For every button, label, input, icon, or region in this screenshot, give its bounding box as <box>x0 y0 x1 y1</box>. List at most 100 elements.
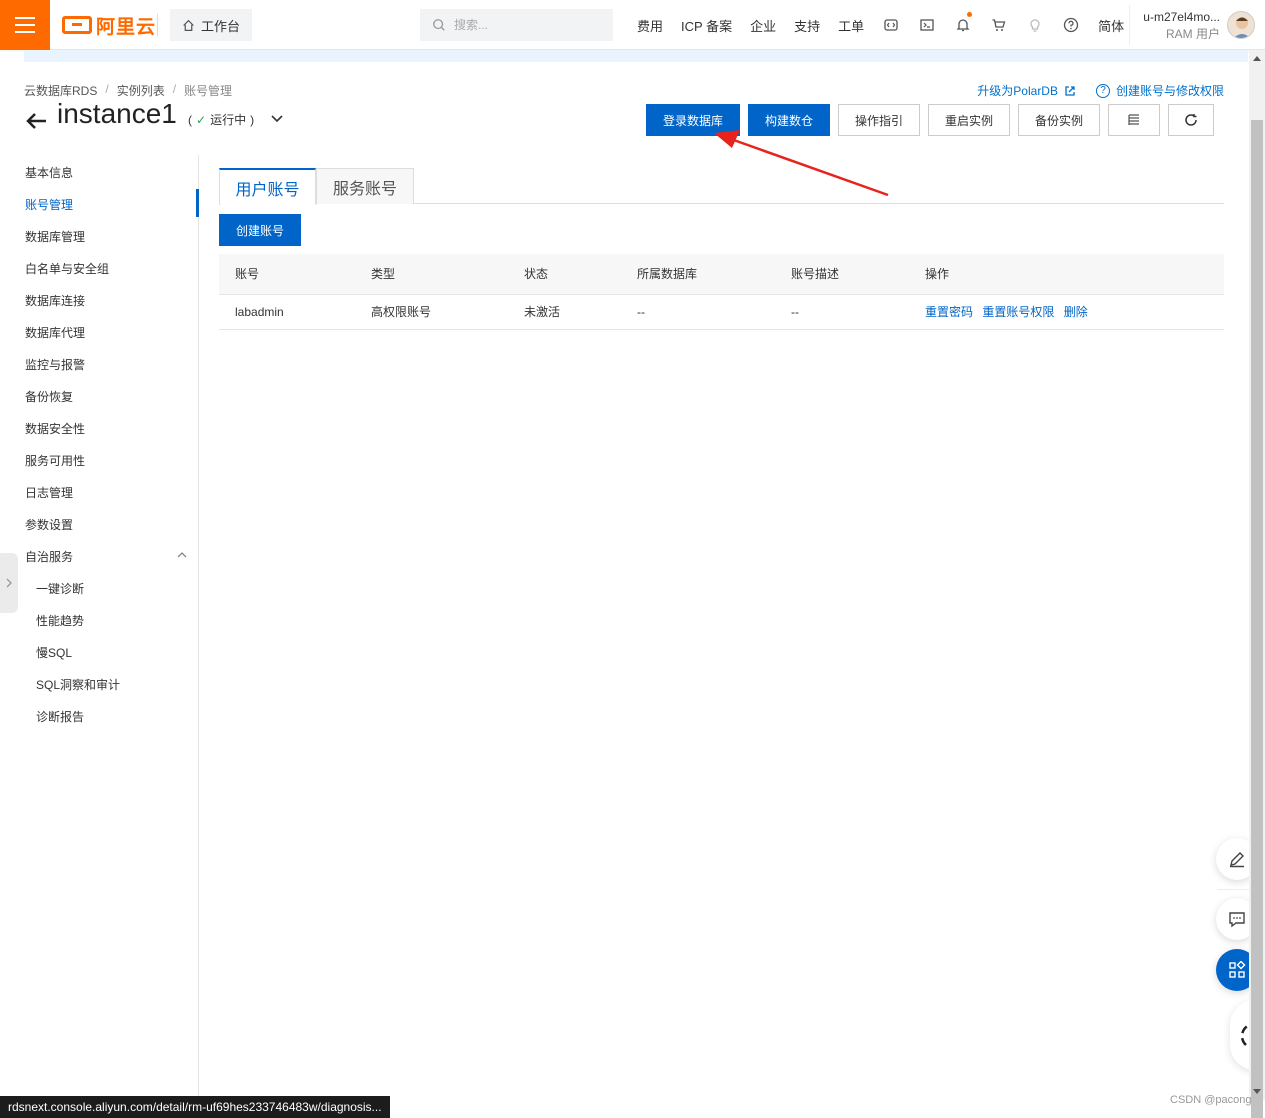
breadcrumb-current: 账号管理 <box>184 84 233 98</box>
search-icon <box>433 19 445 31</box>
table-header-row: 账号 类型 状态 所属数据库 账号描述 操作 <box>219 254 1224 295</box>
cart-icon[interactable] <box>981 0 1017 50</box>
user-role: RAM 用户 <box>1165 27 1220 41</box>
breadcrumb-instances[interactable]: 实例列表 <box>117 82 165 99</box>
bell-icon[interactable] <box>945 0 981 50</box>
sidebar-subitem-sql-audit[interactable]: SQL洞察和审计 <box>36 669 120 701</box>
guide-button[interactable]: 操作指引 <box>838 104 920 136</box>
create-account-button[interactable]: 创建账号 <box>219 214 301 246</box>
breadcrumb-rds[interactable]: 云数据库RDS <box>24 82 97 99</box>
search-input[interactable] <box>454 18 594 32</box>
reset-password-link[interactable]: 重置密码 <box>925 305 973 319</box>
api-icon[interactable] <box>873 0 909 50</box>
notification-dot <box>967 12 973 17</box>
col-account: 账号 <box>219 254 355 295</box>
user-info[interactable]: u-m27el4mo... RAM 用户 <box>1138 9 1220 43</box>
reset-permissions-link[interactable]: 重置账号权限 <box>982 305 1054 319</box>
tab-service-accounts[interactable]: 服务账号 <box>316 168 414 204</box>
home-icon <box>183 19 194 31</box>
top-nav: 费用 ICP 备案 企业 支持 工单 简体 <box>628 0 1133 50</box>
cell-account: labadmin <box>219 294 355 330</box>
nav-support[interactable]: 支持 <box>785 16 829 35</box>
watermark: CSDN @pacong <box>1170 1094 1252 1106</box>
sidebar-item-connection[interactable]: 数据库连接 <box>25 285 85 317</box>
refresh-button[interactable] <box>1168 104 1214 136</box>
header-links: 升级为PolarDB ? 创建账号与修改权限 <box>977 82 1224 99</box>
build-warehouse-button[interactable]: 构建数仓 <box>748 104 830 136</box>
sidebar-expand-handle[interactable] <box>0 553 18 613</box>
menu-icon[interactable] <box>0 0 50 50</box>
page-title: instance1 <box>57 98 177 129</box>
workbench-label: 工作台 <box>200 18 240 34</box>
help-icon[interactable] <box>1053 0 1089 50</box>
sidebar-item-logs[interactable]: 日志管理 <box>25 477 73 509</box>
login-database-button[interactable]: 登录数据库 <box>646 104 740 136</box>
scroll-down-arrow-icon[interactable] <box>1253 1089 1261 1094</box>
divider <box>1129 5 1130 45</box>
tab-user-accounts[interactable]: 用户账号 <box>219 168 316 205</box>
sidebar-item-account-management[interactable]: 账号管理 <box>25 189 73 221</box>
account-tabs: 用户账号 服务账号 <box>219 168 1224 205</box>
language-switch[interactable]: 简体 <box>1089 16 1133 35</box>
sidebar-subitem-diagnosis[interactable]: 一键诊断 <box>36 573 84 605</box>
cell-description: -- <box>775 294 909 330</box>
nav-tickets[interactable]: 工单 <box>829 16 873 35</box>
workbench-button[interactable]: 工作台 <box>170 9 252 41</box>
sidebar-item-backup[interactable]: 备份恢复 <box>25 381 73 413</box>
col-database: 所属数据库 <box>621 254 775 295</box>
backup-instance-button[interactable]: 备份实例 <box>1018 104 1100 136</box>
scrollbar-thumb[interactable] <box>1251 120 1263 1118</box>
sidebar-item-parameters[interactable]: 参数设置 <box>25 509 73 541</box>
upgrade-polardb-link[interactable]: 升级为PolarDB <box>977 82 1058 99</box>
edit-icon <box>1230 852 1244 868</box>
chevron-up-icon[interactable] <box>177 550 187 560</box>
terminal-icon[interactable] <box>909 0 945 50</box>
cell-database: -- <box>621 294 775 330</box>
sidebar-subitem-performance[interactable]: 性能趋势 <box>36 605 84 637</box>
list-icon <box>1128 114 1139 125</box>
nav-enterprise[interactable]: 企业 <box>741 16 785 35</box>
sidebar-item-basic-info[interactable]: 基本信息 <box>25 157 73 189</box>
sidebar-item-proxy[interactable]: 数据库代理 <box>25 317 85 349</box>
brand-logo[interactable]: 阿里云 <box>62 13 157 38</box>
status-paren-close: ) <box>250 112 255 127</box>
sidebar-item-autonomy[interactable]: 自治服务 <box>25 541 73 573</box>
logo-mark-icon <box>62 16 92 34</box>
list-view-button[interactable] <box>1108 104 1160 136</box>
sidebar-item-monitoring[interactable]: 监控与报警 <box>25 349 85 381</box>
brand-name: 阿里云 <box>96 16 157 38</box>
sidebar-item-whitelist[interactable]: 白名单与安全组 <box>25 253 109 285</box>
check-icon: ✓ <box>196 112 207 127</box>
sidebar-item-availability[interactable]: 服务可用性 <box>25 445 85 477</box>
status-text: 运行中 <box>210 113 247 127</box>
sidebar-item-database-management[interactable]: 数据库管理 <box>25 221 85 253</box>
col-status: 状态 <box>508 254 621 295</box>
top-navigation-bar: 阿里云 工作台 费用 ICP 备案 企业 支持 工单 <box>0 0 1265 50</box>
account-help-link[interactable]: 创建账号与修改权限 <box>1116 82 1224 99</box>
avatar[interactable] <box>1227 11 1255 39</box>
sidebar-subitem-slow-sql[interactable]: 慢SQL <box>36 637 72 669</box>
chat-icon <box>1229 912 1245 928</box>
back-arrow-icon[interactable] <box>24 108 50 134</box>
vertical-scrollbar[interactable] <box>1249 50 1265 1118</box>
restart-instance-button[interactable]: 重启实例 <box>928 104 1010 136</box>
global-search[interactable] <box>420 9 613 41</box>
lightbulb-icon[interactable] <box>1017 0 1053 50</box>
scroll-up-arrow-icon[interactable] <box>1253 56 1261 61</box>
breadcrumb-separator: / <box>105 82 109 96</box>
sidebar-subitem-report[interactable]: 诊断报告 <box>36 701 84 733</box>
refresh-icon <box>1185 114 1197 126</box>
delete-link[interactable]: 删除 <box>1064 305 1088 319</box>
user-name: u-m27el4mo... <box>1143 10 1220 24</box>
chevron-down-icon[interactable] <box>270 112 284 126</box>
col-description: 账号描述 <box>775 254 909 295</box>
accounts-table: 账号 类型 状态 所属数据库 账号描述 操作 labadmin 高权限账号 未激… <box>219 254 1224 330</box>
sidebar-item-security[interactable]: 数据安全性 <box>25 413 85 445</box>
cell-status: 未激活 <box>508 294 621 330</box>
nav-billing[interactable]: 费用 <box>628 16 672 35</box>
nav-icp[interactable]: ICP 备案 <box>672 16 741 35</box>
status-paren-open: ( <box>188 112 192 127</box>
external-link-icon[interactable] <box>1064 85 1076 97</box>
link-preview-status: rdsnext.console.aliyun.com/detail/rm-uf6… <box>0 1096 390 1118</box>
cell-type: 高权限账号 <box>355 294 508 330</box>
